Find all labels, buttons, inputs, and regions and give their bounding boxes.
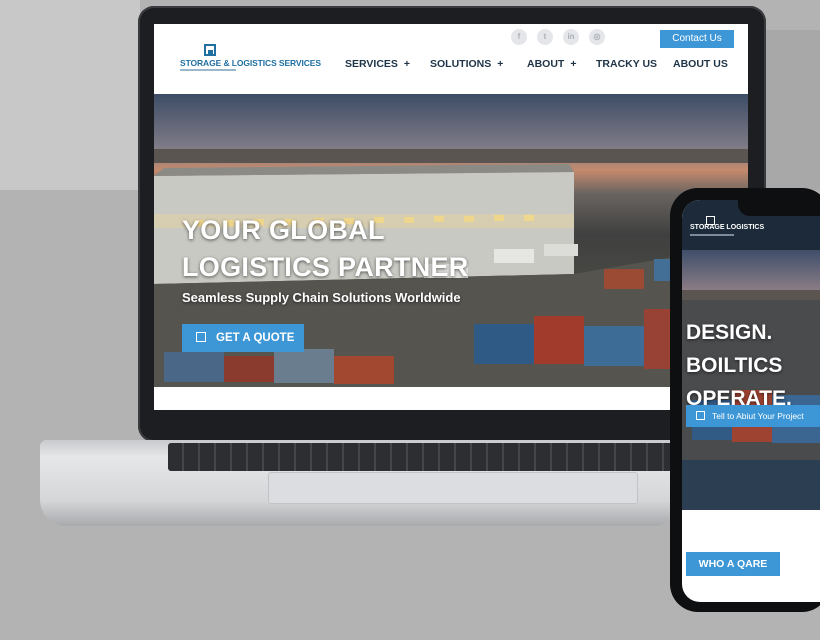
who-a-qare-button[interactable]: WHO A QARE [686,552,780,576]
nav-item-label: SOLUTIONS [430,58,492,70]
tell-about-project-button[interactable]: Tell to Abiut Your Project [686,405,820,427]
logo-tagline-line [180,69,236,71]
plus-icon: + [403,58,411,70]
background-panel-right [766,30,820,190]
nav-item-solutions[interactable]: SOLUTIONS + [430,58,503,70]
background-panel-top [0,0,140,190]
linkedin-icon[interactable]: in [563,29,579,45]
plus-icon: + [570,58,577,70]
nav-item-label: SERVICES [345,58,398,70]
phone-screen: STORAGE LOGISTICS DESIGN. BOILTICS OPERA… [682,200,820,602]
site-logo[interactable]: STORAGE & LOGISTICS SERVICES [180,44,321,76]
phone-hero-title-line: DESIGN. [686,321,773,344]
hero-subtitle: Seamless Supply Chain Solutions Worldwid… [182,290,461,305]
phone-logo-text[interactable]: STORAGE LOGISTICS [690,224,764,231]
phone-hero-title: DESIGN. BOILTICS OPERATE. [686,316,792,415]
twitter-icon[interactable]: t [537,29,553,45]
laptop-keyboard [168,443,678,471]
nav-item-services[interactable]: SERVICES + [345,58,410,70]
nav-item-tracky-us[interactable]: TRACKY US [596,58,657,70]
logo-box-icon [204,44,216,56]
edit-icon [696,411,705,420]
nav-item-about[interactable]: ABOUT + [527,58,576,70]
get-a-quote-label: GET A QUOTE [216,332,295,344]
page-content-below-hero [154,387,748,410]
hero-banner: YOUR GLOBAL LOGISTICS PARTNER Seamless S… [154,94,748,387]
instagram-icon[interactable]: ◎ [589,29,605,45]
nav-item-about-us[interactable]: ABOUT US [673,58,728,70]
site-header: STORAGE & LOGISTICS SERVICES f t in ◎ Co… [154,24,748,94]
get-a-quote-button[interactable]: GET A QUOTE [182,324,304,352]
laptop-trackpad [268,472,638,504]
laptop-screen: STORAGE & LOGISTICS SERVICES f t in ◎ Co… [154,24,748,410]
phone-hero: DESIGN. BOILTICS OPERATE. [682,250,820,510]
phone-notch [738,200,820,216]
tell-about-project-label: Tell to Abiut Your Project [712,411,804,421]
edit-icon [196,332,206,342]
hero-title-line: LOGISTICS PARTNER [182,252,469,282]
hero-title-line: YOUR GLOBAL [182,215,385,245]
facebook-icon[interactable]: f [511,29,527,45]
logo-text: STORAGE & LOGISTICS SERVICES [180,58,321,68]
phone-logo-tagline-line [690,234,734,236]
hero-title: YOUR GLOBAL LOGISTICS PARTNER [182,212,542,286]
nav-item-label: ABOUT [527,58,565,70]
phone-hero-title-line: BOILTICS [686,354,783,377]
contact-us-button[interactable]: Contact Us [660,30,734,48]
plus-icon: + [497,58,504,70]
